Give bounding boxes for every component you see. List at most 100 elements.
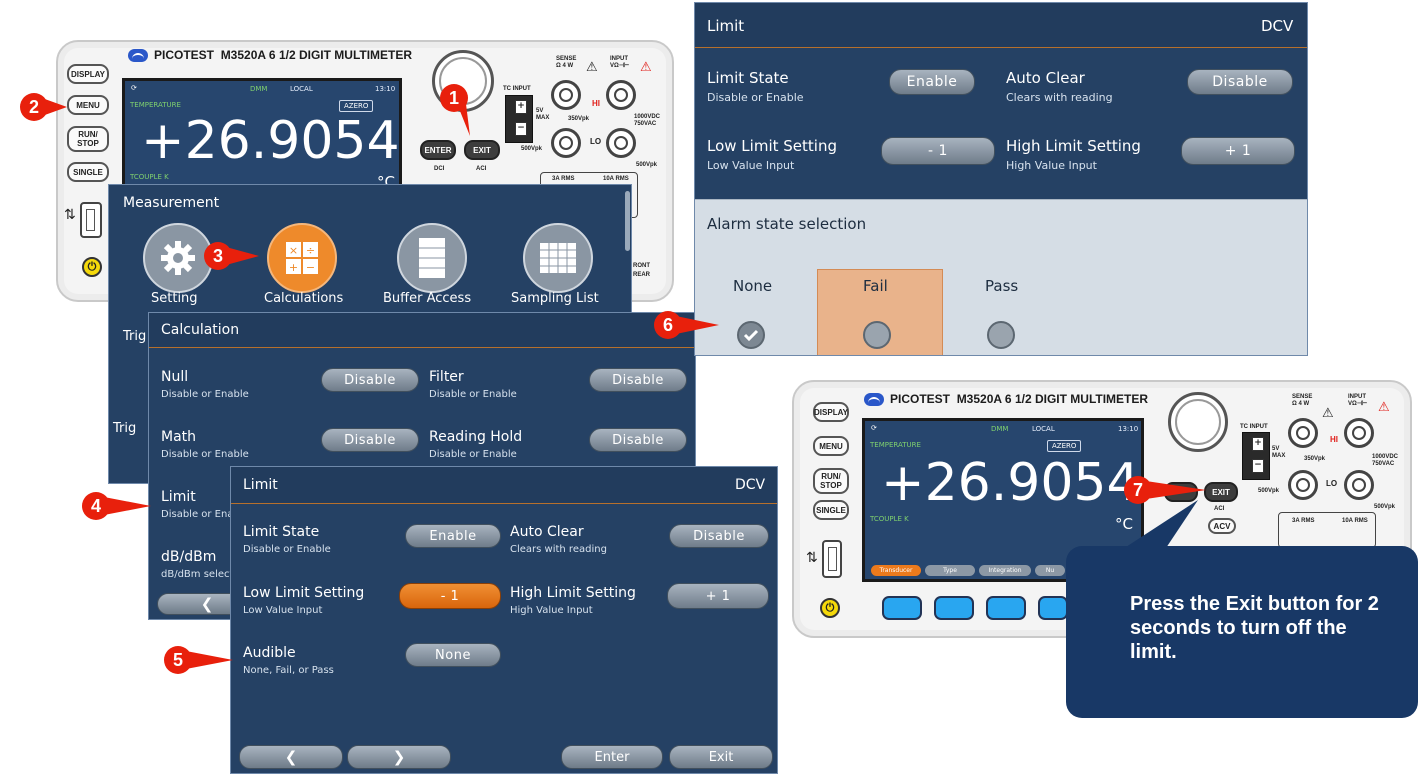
dci-label: DCI bbox=[434, 166, 445, 172]
math-toggle[interactable]: Disable bbox=[321, 428, 419, 452]
azero-badge-2: AZERO bbox=[1047, 440, 1082, 452]
picotest-logo-icon bbox=[128, 49, 148, 63]
lo-label: LO bbox=[590, 137, 602, 146]
limit-state-sub: Disable or Enable bbox=[243, 544, 331, 555]
mode-indicator-2: DMM bbox=[991, 425, 1009, 433]
math-sub: Disable or Enable bbox=[161, 449, 249, 460]
setting-icon[interactable] bbox=[143, 223, 213, 293]
filter-toggle[interactable]: Disable bbox=[589, 368, 687, 392]
null-toggle[interactable]: Disable bbox=[321, 368, 419, 392]
power-icon-2[interactable]: ⏻ bbox=[820, 598, 840, 618]
alarm-auto-clear-toggle[interactable]: Disable bbox=[1187, 69, 1293, 95]
limit-state-toggle[interactable]: Enable bbox=[405, 524, 501, 548]
input-hi-jack-2 bbox=[1344, 418, 1374, 448]
alarm-option-fail-radio[interactable] bbox=[863, 321, 891, 349]
sense-lo-jack bbox=[551, 128, 581, 158]
buffer-access-icon[interactable] bbox=[397, 223, 467, 293]
low-limit-input[interactable]: - 1 bbox=[399, 583, 501, 609]
meter-display: ⟳ DMM LOCAL 13:10 TEMPERATURE AZERO +26.… bbox=[122, 78, 402, 190]
function-label-2: TEMPERATURE bbox=[870, 441, 921, 449]
enter-label: Enter bbox=[594, 749, 630, 765]
chevron-right-icon: ❯ bbox=[392, 748, 406, 766]
step-3-label: 3 bbox=[212, 245, 223, 266]
sensor-label-2: TCOUPLE K bbox=[870, 515, 909, 523]
rear-label: REAR bbox=[633, 272, 651, 278]
rotary-knob-2[interactable] bbox=[1168, 392, 1228, 452]
step-6-badge: 6 bbox=[654, 311, 719, 339]
v500pk-left-label-2: 500Vpk bbox=[1258, 488, 1280, 494]
single-button[interactable]: SINGLE bbox=[67, 162, 109, 182]
display-button-2[interactable]: DISPLAY bbox=[813, 402, 849, 422]
display-button[interactable]: DISPLAY bbox=[67, 64, 109, 84]
alarm-option-none-label: None bbox=[733, 277, 773, 295]
auto-clear-toggle[interactable]: Disable bbox=[669, 524, 769, 548]
softkey-1[interactable] bbox=[882, 596, 922, 620]
db-dbm-menu-item[interactable]: dB/dBm bbox=[161, 549, 216, 565]
high-limit-sub: High Value Input bbox=[510, 605, 593, 616]
clock: 13:10 bbox=[375, 85, 396, 93]
scrollbar[interactable] bbox=[625, 191, 630, 251]
exit-instruction-callout: Press the Exit button for 2 seconds to t… bbox=[1066, 546, 1418, 718]
next-button[interactable]: ❯ bbox=[347, 745, 451, 769]
sense-hi-jack-2 bbox=[1288, 418, 1318, 448]
tc-max-label: 5V MAX bbox=[536, 108, 550, 121]
reading-hold-toggle[interactable]: Disable bbox=[589, 428, 687, 452]
measurement-title: Measurement bbox=[123, 195, 220, 211]
step-4-label: 4 bbox=[90, 495, 101, 516]
alarm-limit-state-toggle[interactable]: Enable bbox=[889, 69, 975, 95]
alarm-option-fail-label: Fail bbox=[863, 277, 888, 295]
run-stop-button[interactable]: RUN/ STOP bbox=[67, 126, 109, 152]
single-button-2[interactable]: SINGLE bbox=[813, 500, 849, 520]
sampling-list-icon[interactable] bbox=[523, 223, 593, 293]
calculations-icon[interactable]: × ÷ + − bbox=[267, 223, 337, 293]
auto-clear-label: Auto Clear bbox=[510, 524, 584, 540]
step-3-badge: 3 bbox=[204, 242, 259, 270]
meter-title: PICOTEST M3520A 6 1/2 DIGIT MULTIMETER bbox=[128, 48, 412, 63]
softkey-4[interactable] bbox=[1038, 596, 1068, 620]
exit-soft-button[interactable]: Exit bbox=[669, 745, 773, 769]
brand-label-2: PICOTEST bbox=[890, 392, 951, 406]
menu-button[interactable]: MENU bbox=[67, 95, 109, 115]
enter-soft-button[interactable]: Enter bbox=[561, 745, 663, 769]
calculation-title: Calculation bbox=[161, 322, 240, 338]
step-5-badge: 5 bbox=[164, 646, 233, 674]
tc-plus-icon: + bbox=[515, 100, 527, 114]
low-limit-sub: Low Value Input bbox=[243, 605, 323, 616]
alarm-high-limit-input[interactable]: + 1 bbox=[1181, 137, 1295, 165]
tc-minus-icon: − bbox=[515, 122, 527, 136]
run-stop-button-2[interactable]: RUN/ STOP bbox=[813, 468, 849, 494]
high-limit-input[interactable]: + 1 bbox=[667, 583, 769, 609]
meter-title-2: PICOTEST M3520A 6 1/2 DIGIT MULTIMETER bbox=[864, 392, 1148, 407]
enter-button[interactable]: ENTER bbox=[420, 140, 456, 160]
hi-label: HI bbox=[592, 99, 600, 108]
power-icon[interactable]: ⏻ bbox=[82, 257, 102, 277]
tc-input-label-2: TC INPUT bbox=[1240, 424, 1268, 430]
audible-select[interactable]: None bbox=[405, 643, 501, 667]
limit-mode: DCV bbox=[735, 477, 766, 493]
step-2-label: 2 bbox=[28, 96, 39, 117]
sense-hi-jack bbox=[551, 80, 581, 110]
usb-port-2 bbox=[822, 540, 842, 578]
alarm-selection-title: Alarm state selection bbox=[707, 215, 867, 233]
prev-button[interactable]: ❮ bbox=[239, 745, 343, 769]
limit-menu-item[interactable]: Limit bbox=[161, 489, 196, 505]
alarm-high-limit-sub: High Value Input bbox=[1006, 159, 1097, 172]
alarm-low-limit-input[interactable]: - 1 bbox=[881, 137, 995, 165]
alarm-limit-state-label: Limit State bbox=[707, 69, 789, 87]
alarm-auto-clear-label: Auto Clear bbox=[1006, 69, 1085, 87]
alarm-option-pass-label: Pass bbox=[985, 277, 1019, 295]
limit-header bbox=[231, 467, 777, 504]
menu-button-2[interactable]: MENU bbox=[813, 436, 849, 456]
softkey-2[interactable] bbox=[934, 596, 974, 620]
alarm-option-pass-radio[interactable] bbox=[987, 321, 1015, 349]
alarm-auto-clear-sub: Clears with reading bbox=[1006, 91, 1113, 104]
softkey-3[interactable] bbox=[986, 596, 1026, 620]
step-5-label: 5 bbox=[172, 649, 183, 670]
v350pk-label: 350Vpk bbox=[568, 116, 590, 122]
acv-button-2[interactable]: ACV bbox=[1208, 518, 1236, 534]
usb-icon-2: ⇅ bbox=[806, 550, 818, 566]
step-1-label: 1 bbox=[448, 87, 459, 108]
setting-label: Setting bbox=[151, 291, 198, 306]
alarm-option-none-radio[interactable] bbox=[737, 321, 765, 349]
exit-button[interactable]: EXIT bbox=[464, 140, 500, 160]
